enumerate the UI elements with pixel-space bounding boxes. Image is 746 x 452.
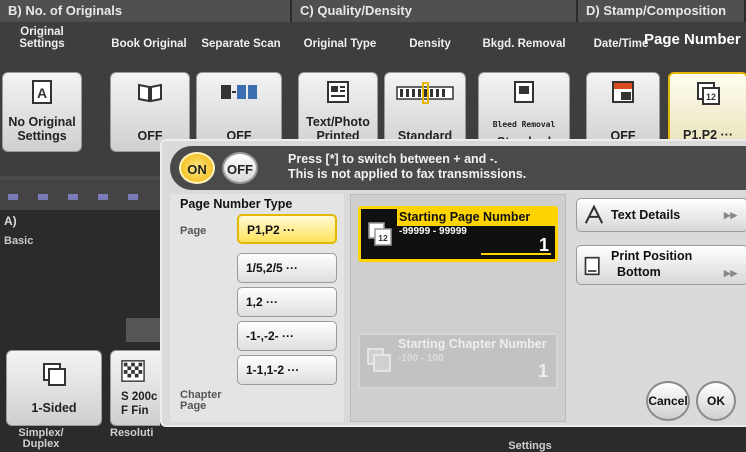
page-number-type-title: Page Number Type xyxy=(180,197,293,211)
starting-chapter-number-field: Starting Chapter Number -100 - 100 1 xyxy=(358,333,558,389)
starting-chapter-number-range: -100 - 100 xyxy=(398,353,444,364)
starting-page-number-title: Starting Page Number xyxy=(397,208,555,226)
column-label-original-settings: Original Settings xyxy=(19,26,65,50)
tile-value: No Original Settings xyxy=(8,115,76,143)
text-photo-icon xyxy=(327,81,349,103)
chapter-page-group-label: Chapter Page xyxy=(180,389,222,412)
text-a-icon xyxy=(584,204,604,224)
column-label-bkgd-removal: Bkgd. Removal xyxy=(482,38,566,50)
page-type-option-1-2[interactable]: 1,2 ··· xyxy=(237,287,337,317)
starting-chapter-number-value: 1 xyxy=(537,361,548,381)
svg-text:12: 12 xyxy=(706,92,716,102)
date-stamp-icon xyxy=(612,81,634,103)
svg-text:12: 12 xyxy=(378,233,388,243)
svg-text:A: A xyxy=(37,85,47,101)
page-position-icon xyxy=(584,256,600,276)
resolution-tile[interactable]: S 200c F Fin xyxy=(110,350,160,426)
column-label-book-original: Book Original xyxy=(111,38,187,50)
chevron-right-icon: ▸▸ xyxy=(723,207,737,222)
page-number-icon: 12 xyxy=(697,82,720,105)
resolution-label: Resoluti xyxy=(110,427,154,439)
indicator-dot xyxy=(128,194,138,200)
chevron-right-icon: ▸▸ xyxy=(723,265,737,280)
cancel-button[interactable]: Cancel xyxy=(646,381,690,421)
page-number-icon: 12 xyxy=(368,222,392,246)
open-book-icon xyxy=(138,83,162,103)
input-underline xyxy=(481,253,551,255)
section-header-quality-density: C) Quality/Density xyxy=(292,0,578,22)
one-sided-icon xyxy=(43,363,66,386)
text-details-button[interactable]: Text Details ▸▸ xyxy=(576,198,746,232)
section-header-stamp-composition: D) Stamp/Composition xyxy=(578,0,746,22)
starting-number-panel: 12 Starting Page Number -99999 - 99999 1… xyxy=(350,194,566,422)
ok-button[interactable]: OK xyxy=(696,381,736,421)
separate-scan-icon xyxy=(221,85,257,99)
checker-icon xyxy=(121,360,145,382)
text-details-label: Text Details xyxy=(611,208,681,222)
print-position-value: Bottom xyxy=(617,265,661,279)
page-type-option-p1-p2[interactable]: P1,P2 ··· xyxy=(237,214,337,244)
column-label-separate-scan: Separate Scan xyxy=(201,38,281,50)
tab-fragment xyxy=(126,318,160,342)
resolution-value: S 200c xyxy=(121,391,158,403)
no-original-settings-tile[interactable]: A No Original Settings xyxy=(2,72,82,152)
page-number-type-panel: Page Number Type Page Chapter Page P1,P2… xyxy=(170,194,344,422)
print-position-button[interactable]: Print Position Bottom ▸▸ xyxy=(576,245,746,285)
page-type-option-1-5-2-5[interactable]: 1/5,2/5 ··· xyxy=(237,253,337,283)
chapter-number-icon xyxy=(367,348,391,372)
resolution-value-2: F Fin xyxy=(121,405,149,417)
column-label-original-type: Original Type xyxy=(303,38,377,50)
section-a-label: A) xyxy=(4,214,17,228)
page-type-option-1-1-1-2[interactable]: 1-1,1-2 ··· xyxy=(237,355,337,385)
indicator-dot xyxy=(98,194,108,200)
indicator-dot xyxy=(38,194,48,200)
starting-chapter-number-title: Starting Chapter Number xyxy=(398,337,547,351)
original-a-icon: A xyxy=(32,80,52,104)
simplex-duplex-tile[interactable]: 1-Sided xyxy=(6,350,102,426)
section-header-no-of-originals: B) No. of Originals xyxy=(0,0,292,22)
print-position-label: Print Position xyxy=(611,249,693,263)
hint-text: Press [*] to switch between + and -. Thi… xyxy=(288,152,526,182)
column-label-density: Density xyxy=(409,38,451,50)
settings-label: Settings xyxy=(508,440,552,452)
starting-page-number-range: -99999 - 99999 xyxy=(399,226,467,237)
bleed-removal-icon-text: Bleed Removal xyxy=(492,120,556,129)
on-off-toggle-bar: ON OFF Press [*] to switch between + and… xyxy=(170,146,746,190)
hint-line-2: This is not applied to fax transmissions… xyxy=(288,167,527,181)
density-scale-icon xyxy=(396,82,454,104)
tile-value: 1-Sided xyxy=(31,401,77,415)
page-type-option-dash-1-dash[interactable]: -1-,-2- ··· xyxy=(237,321,337,351)
hint-line-1: Press [*] to switch between + and -. xyxy=(288,152,498,166)
on-button[interactable]: ON xyxy=(179,152,215,184)
indicator-dot xyxy=(8,194,18,200)
starting-page-number-field[interactable]: 12 Starting Page Number -99999 - 99999 1 xyxy=(358,206,558,262)
section-a-basic-label: Basic xyxy=(4,235,34,247)
page-number-settings-panel: ON OFF Press [*] to switch between + and… xyxy=(160,139,746,427)
indicator-dot xyxy=(68,194,78,200)
bkgd-removal-icon xyxy=(514,81,534,103)
column-label-page-number: Page Number xyxy=(644,31,741,48)
off-button[interactable]: OFF xyxy=(222,152,258,184)
simplex-duplex-label: Simplex/ Duplex xyxy=(18,427,64,450)
page-group-label: Page xyxy=(180,225,207,237)
